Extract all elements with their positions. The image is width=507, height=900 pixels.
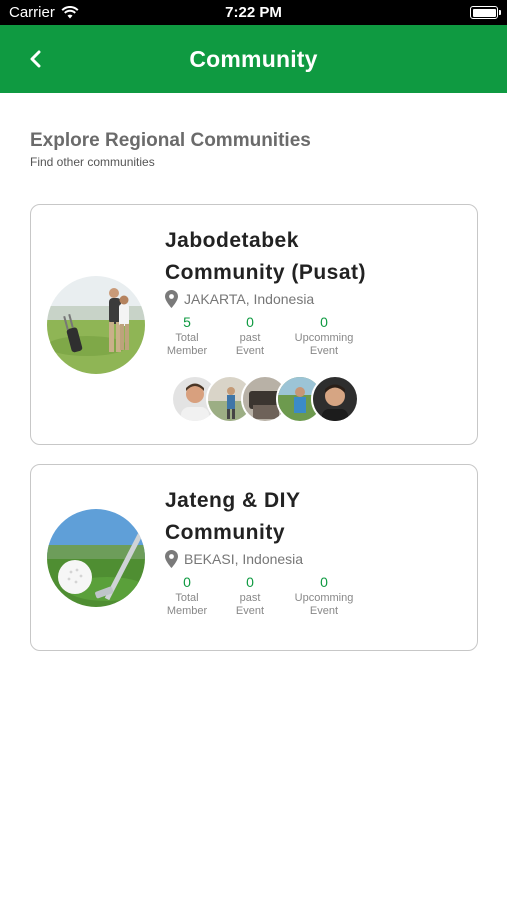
stat-label: past bbox=[239, 332, 261, 344]
stat-label: Total bbox=[175, 332, 199, 344]
member-avatars[interactable] bbox=[171, 375, 359, 425]
stat-value: 5 bbox=[183, 314, 191, 330]
community-name-line2: Community (Pusat) bbox=[165, 261, 367, 284]
chevron-left-icon bbox=[30, 50, 41, 68]
stat-label: Member bbox=[166, 605, 208, 617]
stat-upcoming-event: 0 Upcomming Event bbox=[291, 314, 357, 358]
community-avatar bbox=[47, 509, 145, 607]
battery-icon bbox=[470, 6, 501, 19]
community-avatar bbox=[47, 276, 145, 374]
stat-label: past bbox=[239, 592, 261, 604]
back-button[interactable] bbox=[24, 47, 48, 71]
stat-label: Upcomming bbox=[294, 332, 354, 344]
stat-upcoming-event: 0 Upcomming Event bbox=[291, 574, 357, 618]
stat-value: 0 bbox=[246, 574, 254, 590]
status-bar: Carrier 7:22 PM bbox=[0, 0, 507, 25]
section-subtitle: Find other communities bbox=[30, 155, 155, 169]
stat-total-member: 5 Total Member bbox=[165, 314, 209, 358]
community-location: JAKARTA, Indonesia bbox=[165, 290, 463, 308]
stat-value: 0 bbox=[320, 574, 328, 590]
stat-label: Member bbox=[166, 345, 208, 357]
community-location: BEKASI, Indonesia bbox=[165, 550, 463, 568]
community-name: Jabodetabek Community (Pusat) bbox=[165, 225, 463, 289]
community-name-line1: Jateng & DIY bbox=[165, 489, 301, 512]
stat-value: 0 bbox=[246, 314, 254, 330]
community-name-line1: Jabodetabek bbox=[165, 229, 299, 252]
member-avatar bbox=[311, 375, 359, 423]
stat-value: 0 bbox=[183, 574, 191, 590]
stat-value: 0 bbox=[320, 314, 328, 330]
page-title: Community bbox=[189, 45, 318, 72]
stat-label: Total bbox=[175, 592, 199, 604]
community-stats: 0 Total Member 0 past Event 0 Upcomming … bbox=[165, 574, 463, 618]
community-card[interactable]: Jabodetabek Community (Pusat) JAKARTA, I… bbox=[30, 204, 478, 445]
community-name-line2: Community bbox=[165, 521, 285, 544]
community-info: Jateng & DIY Community BEKASI, Indonesia… bbox=[165, 485, 463, 618]
location-pin-icon bbox=[165, 550, 178, 568]
section-header: Explore Regional Communities Find other … bbox=[30, 130, 311, 169]
community-info: Jabodetabek Community (Pusat) JAKARTA, I… bbox=[165, 225, 463, 358]
stat-label: Upcomming bbox=[294, 592, 354, 604]
section-title: Explore Regional Communities bbox=[30, 130, 311, 151]
community-stats: 5 Total Member 0 past Event 0 Upcomming … bbox=[165, 314, 463, 358]
location-text: BEKASI, Indonesia bbox=[184, 551, 304, 567]
community-name: Jateng & DIY Community bbox=[165, 485, 463, 549]
location-pin-icon bbox=[165, 290, 178, 308]
stat-past-event: 0 past Event bbox=[209, 314, 291, 358]
stat-total-member: 0 Total Member bbox=[165, 574, 209, 618]
stat-label: Event bbox=[235, 605, 265, 617]
stat-past-event: 0 past Event bbox=[209, 574, 291, 618]
stat-label: Event bbox=[235, 345, 265, 357]
clock: 7:22 PM bbox=[225, 4, 282, 21]
stat-label: Event bbox=[309, 345, 339, 357]
app-bar: Community bbox=[0, 25, 507, 93]
community-card[interactable]: Jateng & DIY Community BEKASI, Indonesia… bbox=[30, 464, 478, 651]
location-text: JAKARTA, Indonesia bbox=[184, 291, 315, 307]
stat-label: Event bbox=[309, 605, 339, 617]
